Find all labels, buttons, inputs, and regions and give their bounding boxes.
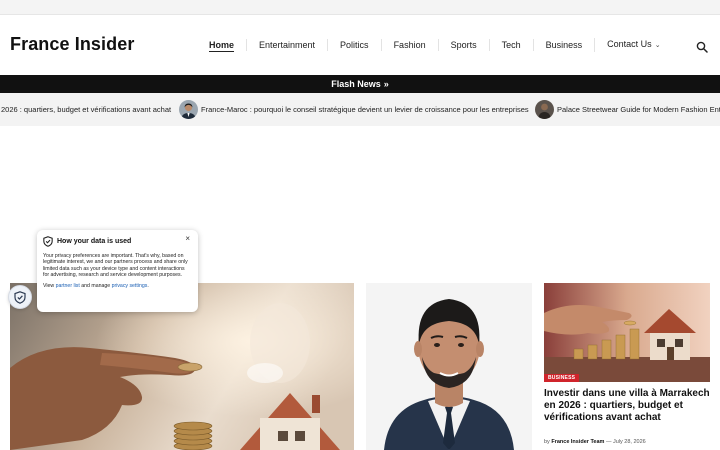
ticker-item-text: France-Maroc : pourquoi le conseil strat…: [201, 105, 529, 114]
featured-image-portrait-businessman[interactable]: [366, 283, 532, 450]
nav-contact-us[interactable]: Contact Us ⌄: [594, 38, 672, 52]
nav-tech[interactable]: Tech: [488, 39, 533, 51]
flash-news-label: Flash News: [331, 79, 381, 89]
site-logo[interactable]: France Insider: [10, 34, 134, 55]
ticker-item[interactable]: 2026 : quartiers, budget et vérification…: [1, 93, 171, 126]
article-date: July 28, 2026: [613, 439, 646, 445]
shield-check-icon: [43, 235, 53, 247]
ticker-item[interactable]: France-Maroc : pourquoi le conseil strat…: [179, 93, 529, 126]
nav-entertainment[interactable]: Entertainment: [246, 39, 327, 51]
links-middle: and manage: [81, 282, 111, 289]
links-suffix: .: [147, 282, 149, 289]
article-image-hand-coins-house[interactable]: [544, 283, 710, 382]
chevron-down-icon: ⌄: [654, 42, 661, 49]
ticker-thumb-fashion: [535, 100, 554, 119]
nav-home[interactable]: Home: [197, 39, 246, 51]
privacy-popup: How your data is used × Your privacy pre…: [37, 230, 198, 312]
meta-by: by: [544, 439, 550, 445]
site-header: France Insider Home Entertainment Politi…: [0, 15, 720, 75]
double-chevron-right-icon: »: [383, 79, 389, 89]
news-ticker: 2026 : quartiers, budget et vérification…: [0, 93, 720, 126]
privacy-popup-links: View partner list and manage privacy set…: [43, 283, 192, 289]
privacy-settings-link[interactable]: privacy settings: [112, 283, 148, 289]
article-meta: by France Insider Team — July 28, 2026: [544, 439, 646, 445]
top-strip: [0, 0, 720, 15]
article-author[interactable]: France Insider Team: [551, 439, 604, 445]
nav-contact-label: Contact Us: [607, 39, 652, 49]
flash-news-bar[interactable]: Flash News»: [0, 75, 720, 93]
privacy-popup-body: Your privacy preferences are important. …: [43, 253, 188, 279]
nav-business[interactable]: Business: [532, 39, 595, 51]
privacy-popup-title: How your data is used: [57, 237, 132, 245]
article-title[interactable]: Investir dans une villa à Marrakech en 2…: [544, 388, 714, 424]
ticker-item[interactable]: Palace Streetwear Guide for Modern Fashi…: [535, 93, 720, 126]
main-nav: Home Entertainment Politics Fashion Spor…: [197, 38, 673, 52]
close-icon[interactable]: ×: [185, 234, 190, 243]
ticker-item-text: Palace Streetwear Guide for Modern Fashi…: [557, 105, 720, 114]
links-prefix: View: [43, 282, 55, 289]
meta-separator: —: [605, 439, 612, 445]
shield-check-icon: [14, 290, 26, 304]
category-badge[interactable]: BUSINESS: [544, 374, 580, 382]
ticker-thumb-portrait: [179, 100, 198, 119]
nav-fashion[interactable]: Fashion: [380, 39, 438, 51]
nav-politics[interactable]: Politics: [327, 39, 381, 51]
partner-list-link[interactable]: partner list: [56, 283, 80, 289]
search-icon[interactable]: [696, 40, 708, 53]
privacy-shield-button[interactable]: [8, 285, 32, 309]
ticker-item-text: 2026 : quartiers, budget et vérification…: [1, 105, 172, 114]
nav-sports[interactable]: Sports: [437, 39, 489, 51]
